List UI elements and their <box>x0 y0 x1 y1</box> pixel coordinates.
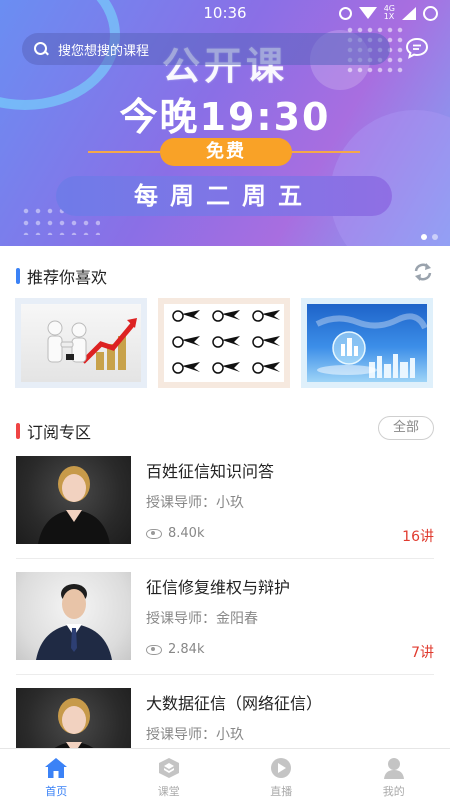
section-marker <box>16 423 20 439</box>
battery-icon <box>423 5 438 21</box>
course-views: 2.84k <box>146 642 204 657</box>
recommend-tile-globe-city[interactable] <box>301 298 433 388</box>
course-thumbnail <box>16 572 131 660</box>
home-icon <box>45 758 68 778</box>
teacher-photo <box>36 584 112 660</box>
banner-schedule: 每周二周五 <box>56 176 392 216</box>
divider <box>16 558 434 559</box>
course-title: 征信修复维权与辩护 <box>146 578 291 597</box>
course-item[interactable]: 百姓征信知识问答 授课导师：小玖 8.40k 16讲 <box>16 456 434 572</box>
tab-label: 我的 <box>382 785 405 798</box>
wifi-icon <box>358 7 377 19</box>
divider <box>16 674 434 675</box>
tile-image <box>164 304 284 382</box>
lesson-count: 16讲 <box>402 529 434 545</box>
status-icons: 4G 1X <box>338 4 438 21</box>
tab-home[interactable]: 首页 <box>0 749 113 800</box>
teacher-photo <box>38 466 110 544</box>
lesson-count: 7讲 <box>411 645 434 661</box>
eye-icon <box>146 644 162 655</box>
view-all-button[interactable]: 全部 <box>378 416 434 440</box>
eye-icon <box>146 528 162 539</box>
flaming-basketballs-image <box>172 310 280 374</box>
tab-profile[interactable]: 我的 <box>338 749 450 800</box>
message-icon[interactable] <box>405 37 429 59</box>
signal-icon <box>402 6 416 20</box>
course-teacher: 授课导师：小玖 <box>146 727 244 743</box>
pager-dot <box>432 234 438 240</box>
status-bar: 10:36 4G 1X <box>0 0 450 26</box>
search-placeholder: 搜您想搜的课程 <box>58 43 150 59</box>
course-title: 百姓征信知识问答 <box>146 462 275 481</box>
tile-image <box>307 304 427 382</box>
tab-label: 直播 <box>270 785 293 798</box>
globe-city-image <box>315 313 427 378</box>
tile-image <box>21 304 141 382</box>
pager-dot-active <box>421 234 427 240</box>
search-input[interactable]: 搜您想搜的课程 <box>22 33 390 65</box>
live-play-icon <box>271 758 292 778</box>
tab-label: 首页 <box>45 785 68 798</box>
recommend-tile-business[interactable] <box>15 298 147 388</box>
view-count: 8.40k <box>168 526 205 541</box>
course-teacher: 授课导师：小玖 <box>146 495 244 511</box>
section-marker <box>16 268 20 284</box>
course-title: 大数据征信（网络征信） <box>146 694 323 713</box>
tab-label: 课堂 <box>157 785 180 798</box>
promo-banner[interactable]: 10:36 4G 1X 公开课 今晚19:30 免费 每周二周五 搜您想搜的课程 <box>0 0 450 246</box>
banner-free-badge: 免费 <box>160 138 292 166</box>
banner-pager <box>421 234 438 240</box>
tab-live[interactable]: 直播 <box>225 749 338 800</box>
handshake-growth-image <box>47 318 137 370</box>
recommend-header: 推荐你喜欢 <box>16 264 107 288</box>
view-count: 2.84k <box>168 642 205 657</box>
banner-time: 今晚19:30 <box>119 95 331 139</box>
alarm-icon <box>338 6 352 20</box>
recommend-tile-basketball[interactable] <box>158 298 290 388</box>
course-thumbnail <box>16 456 131 544</box>
course-views: 8.40k <box>146 526 204 541</box>
course-item[interactable]: 征信修复维权与辩护 授课导师：金阳春 2.84k 7讲 <box>16 572 434 688</box>
bottom-tab-bar: 首页 课堂 直播 我的 <box>0 748 450 800</box>
tab-classroom[interactable]: 课堂 <box>113 749 226 800</box>
network-type-label: 4G 1X <box>383 4 395 21</box>
subscription-title: 订阅专区 <box>27 423 92 442</box>
refresh-icon[interactable] <box>412 262 434 282</box>
classroom-icon <box>158 758 179 778</box>
subscription-header: 订阅专区 <box>16 419 91 443</box>
course-teacher: 授课导师：金阳春 <box>146 611 258 627</box>
search-icon <box>34 42 48 56</box>
recommend-title: 推荐你喜欢 <box>27 268 108 287</box>
profile-icon <box>383 758 404 779</box>
